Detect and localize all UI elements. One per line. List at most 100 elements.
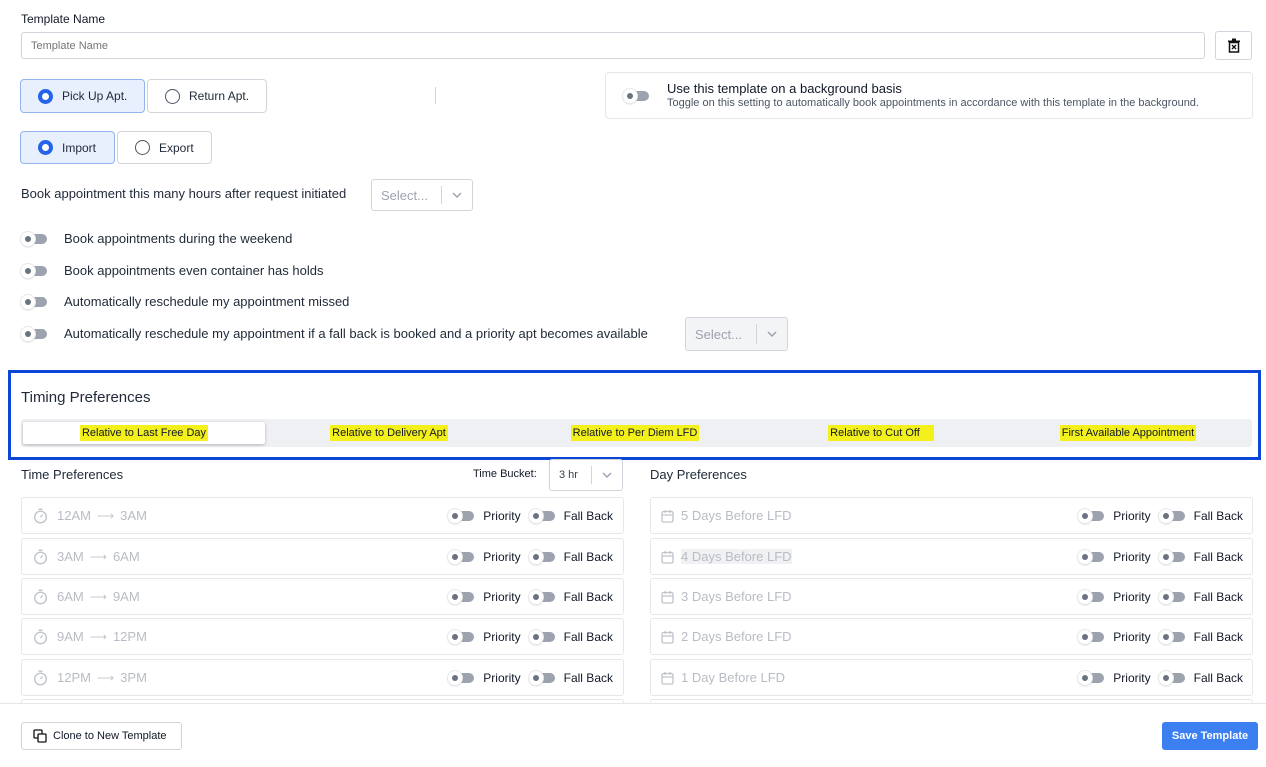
time-from: 12AM (57, 508, 91, 523)
time-preferences-title: Time Preferences (21, 467, 124, 482)
fallback-toggle[interactable] (528, 549, 557, 564)
time-to: 3PM (120, 670, 147, 685)
trash-icon (1227, 38, 1240, 53)
book-hours-label: Book appointment this many hours after r… (21, 186, 347, 201)
arrow-right-icon: ⟶ (96, 670, 115, 685)
tab-per-diem-lfd[interactable]: Relative to Per Diem LFD (514, 422, 756, 444)
clone-template-label: Clone to New Template (53, 730, 167, 742)
time-bucket-label: Time Bucket: (473, 468, 537, 480)
background-basis-toggle[interactable] (623, 89, 651, 103)
calendar-icon (661, 671, 674, 685)
fallback-toggle[interactable] (528, 670, 557, 685)
export-radio[interactable]: Export (117, 131, 212, 164)
arrow-right-icon: ⟶ (89, 589, 107, 604)
fallback-toggle[interactable] (1158, 589, 1187, 604)
priority-toggle[interactable] (448, 589, 476, 604)
time-bucket-value: 3 hr (559, 469, 578, 481)
book-hours-select[interactable]: Select... (371, 179, 473, 211)
footer-bar (0, 703, 1266, 767)
chevron-down-icon (602, 472, 612, 479)
option-weekend-toggle[interactable] (21, 231, 49, 246)
chevron-down-icon (452, 192, 462, 199)
day-pref-row: 2 Days Before LFD Priority Fall Back (650, 618, 1253, 655)
template-name-input[interactable] (21, 32, 1205, 59)
fallback-label: Fall Back (1193, 508, 1243, 523)
time-pref-row: 3AM ⟶ 6AM Priority Fall Back (21, 538, 624, 575)
fallback-label: Fall Back (563, 549, 613, 564)
fallback-label: Fall Back (1193, 589, 1243, 604)
radio-unselected-icon (165, 88, 180, 104)
time-from: 3AM (57, 549, 84, 564)
reschedule-select-value: Select... (695, 326, 742, 342)
template-name-label: Template Name (21, 12, 106, 26)
book-hours-select-value: Select... (381, 187, 428, 203)
fallback-label: Fall Back (563, 508, 613, 523)
time-pref-row: 12AM ⟶ 3AM Priority Fall Back (21, 497, 624, 534)
clone-template-button[interactable]: Clone to New Template (21, 722, 182, 750)
tab-delivery-apt[interactable]: Relative to Delivery Apt (268, 422, 510, 444)
import-label: Import (62, 140, 97, 155)
priority-label: Priority (483, 589, 521, 604)
option-fallback-reschedule: Automatically reschedule my appointment … (21, 326, 648, 341)
tab-last-free-day[interactable]: Relative to Last Free Day (23, 422, 265, 444)
calendar-icon (661, 509, 674, 523)
option-missed-label: Automatically reschedule my appointment … (64, 294, 350, 309)
radio-unselected-icon (135, 140, 150, 155)
save-template-button[interactable]: Save Template (1162, 722, 1258, 750)
time-to: 12PM (112, 629, 147, 644)
tab-delivery-apt-label: Relative to Delivery Apt (330, 425, 448, 441)
priority-toggle[interactable] (1078, 629, 1106, 644)
arrow-right-icon: ⟶ (89, 629, 107, 644)
day-pref-row: 3 Days Before LFD Priority Fall Back (650, 578, 1253, 615)
fallback-label: Fall Back (563, 589, 613, 604)
priority-toggle[interactable] (448, 629, 476, 644)
priority-toggle[interactable] (1078, 508, 1106, 523)
option-missed-toggle[interactable] (21, 294, 49, 309)
tab-cut-off-label: Relative to Cut Off (828, 425, 934, 441)
background-basis-title: Use this template on a background basis (667, 81, 902, 96)
radio-selected-icon (38, 140, 53, 155)
day-label: 2 Days Before LFD (681, 629, 792, 644)
priority-label: Priority (483, 670, 521, 685)
calendar-icon (661, 630, 674, 644)
background-basis-card: Use this template on a background basis … (605, 72, 1253, 119)
priority-label: Priority (483, 508, 521, 523)
tab-last-free-day-label: Relative to Last Free Day (79, 425, 209, 441)
fallback-label: Fall Back (563, 629, 613, 644)
stopwatch-icon (33, 670, 48, 686)
option-weekend: Book appointments during the weekend (21, 231, 292, 246)
fallback-toggle[interactable] (1158, 508, 1187, 523)
option-holds-toggle[interactable] (21, 263, 49, 278)
fallback-toggle[interactable] (528, 508, 557, 523)
priority-toggle[interactable] (448, 549, 476, 564)
fallback-toggle[interactable] (528, 629, 557, 644)
fallback-toggle[interactable] (1158, 549, 1187, 564)
priority-toggle[interactable] (1078, 549, 1106, 564)
tab-first-available[interactable]: First Available Appointment (1006, 422, 1250, 444)
priority-label: Priority (483, 629, 521, 644)
tab-first-available-label: First Available Appointment (1059, 425, 1197, 441)
divider (435, 87, 436, 104)
day-label: 3 Days Before LFD (681, 589, 792, 604)
calendar-icon (661, 550, 674, 564)
priority-toggle[interactable] (1078, 589, 1106, 604)
return-apt-radio[interactable]: Return Apt. (147, 79, 267, 113)
tab-cut-off[interactable]: Relative to Cut Off (760, 422, 1002, 444)
fallback-toggle[interactable] (1158, 629, 1187, 644)
stopwatch-icon (33, 508, 48, 524)
option-fallback-reschedule-toggle[interactable] (21, 326, 49, 341)
priority-toggle[interactable] (448, 670, 476, 685)
delete-template-button[interactable] (1215, 31, 1252, 60)
priority-toggle[interactable] (1078, 670, 1106, 685)
option-holds: Book appointments even container has hol… (21, 263, 323, 278)
fallback-toggle[interactable] (528, 589, 557, 604)
time-bucket-select[interactable]: 3 hr (549, 459, 623, 491)
pickup-apt-label: Pick Up Apt. (62, 89, 128, 103)
fallback-toggle[interactable] (1158, 670, 1187, 685)
stopwatch-icon (33, 589, 48, 605)
pickup-apt-radio[interactable]: Pick Up Apt. (20, 79, 145, 113)
priority-toggle[interactable] (448, 508, 476, 523)
export-label: Export (159, 140, 194, 155)
reschedule-select[interactable]: Select... (685, 317, 788, 351)
import-radio[interactable]: Import (20, 131, 115, 164)
